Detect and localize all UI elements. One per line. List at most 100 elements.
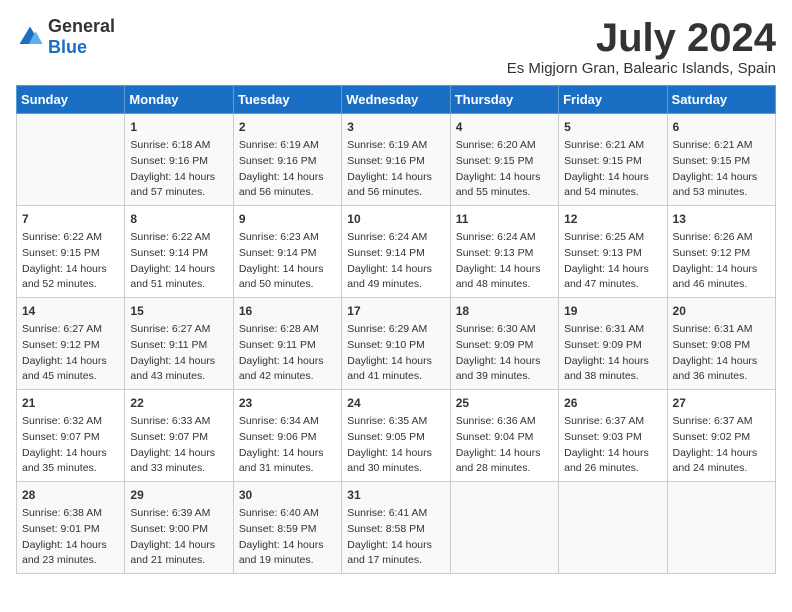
daylight-text: Daylight: 14 hours and 49 minutes. xyxy=(347,262,444,294)
sunrise-text: Sunrise: 6:20 AM xyxy=(456,138,553,154)
day-number: 23 xyxy=(239,394,336,412)
daylight-text: Daylight: 14 hours and 36 minutes. xyxy=(673,354,770,386)
sunrise-text: Sunrise: 6:27 AM xyxy=(22,322,119,338)
title-area: July 2024 Es Migjorn Gran, Balearic Isla… xyxy=(507,16,776,77)
sunrise-text: Sunrise: 6:37 AM xyxy=(673,414,770,430)
sunrise-text: Sunrise: 6:38 AM xyxy=(22,506,119,522)
week-row-2: 7Sunrise: 6:22 AMSunset: 9:15 PMDaylight… xyxy=(17,206,776,298)
sunset-text: Sunset: 9:12 PM xyxy=(673,246,770,262)
daylight-text: Daylight: 14 hours and 57 minutes. xyxy=(130,170,227,202)
day-cell: 1Sunrise: 6:18 AMSunset: 9:16 PMDaylight… xyxy=(125,114,233,206)
sunset-text: Sunset: 9:13 PM xyxy=(456,246,553,262)
location-title: Es Migjorn Gran, Balearic Islands, Spain xyxy=(507,60,776,77)
week-row-3: 14Sunrise: 6:27 AMSunset: 9:12 PMDayligh… xyxy=(17,298,776,390)
daylight-text: Daylight: 14 hours and 26 minutes. xyxy=(564,446,661,478)
sunrise-text: Sunrise: 6:22 AM xyxy=(22,230,119,246)
month-title: July 2024 xyxy=(507,16,776,60)
day-number: 18 xyxy=(456,302,553,320)
day-cell: 11Sunrise: 6:24 AMSunset: 9:13 PMDayligh… xyxy=(450,206,558,298)
sunrise-text: Sunrise: 6:35 AM xyxy=(347,414,444,430)
daylight-text: Daylight: 14 hours and 21 minutes. xyxy=(130,538,227,570)
sunset-text: Sunset: 9:13 PM xyxy=(564,246,661,262)
sunset-text: Sunset: 9:16 PM xyxy=(130,154,227,170)
sunrise-text: Sunrise: 6:19 AM xyxy=(347,138,444,154)
sunset-text: Sunset: 9:11 PM xyxy=(130,338,227,354)
sunrise-text: Sunrise: 6:26 AM xyxy=(673,230,770,246)
day-number: 24 xyxy=(347,394,444,412)
daylight-text: Daylight: 14 hours and 41 minutes. xyxy=(347,354,444,386)
sunset-text: Sunset: 9:00 PM xyxy=(130,522,227,538)
sunset-text: Sunset: 9:03 PM xyxy=(564,430,661,446)
sunset-text: Sunset: 9:15 PM xyxy=(673,154,770,170)
sunset-text: Sunset: 9:14 PM xyxy=(239,246,336,262)
day-cell: 23Sunrise: 6:34 AMSunset: 9:06 PMDayligh… xyxy=(233,390,341,482)
daylight-text: Daylight: 14 hours and 56 minutes. xyxy=(347,170,444,202)
sunset-text: Sunset: 9:14 PM xyxy=(347,246,444,262)
day-cell: 28Sunrise: 6:38 AMSunset: 9:01 PMDayligh… xyxy=(17,482,125,574)
day-number: 27 xyxy=(673,394,770,412)
daylight-text: Daylight: 14 hours and 50 minutes. xyxy=(239,262,336,294)
day-number: 19 xyxy=(564,302,661,320)
sunrise-text: Sunrise: 6:31 AM xyxy=(564,322,661,338)
header-cell-tuesday: Tuesday xyxy=(233,86,341,114)
sunrise-text: Sunrise: 6:21 AM xyxy=(673,138,770,154)
day-number: 10 xyxy=(347,210,444,228)
day-cell: 13Sunrise: 6:26 AMSunset: 9:12 PMDayligh… xyxy=(667,206,775,298)
day-cell: 22Sunrise: 6:33 AMSunset: 9:07 PMDayligh… xyxy=(125,390,233,482)
day-cell: 19Sunrise: 6:31 AMSunset: 9:09 PMDayligh… xyxy=(559,298,667,390)
day-cell: 7Sunrise: 6:22 AMSunset: 9:15 PMDaylight… xyxy=(17,206,125,298)
day-number: 20 xyxy=(673,302,770,320)
day-cell: 12Sunrise: 6:25 AMSunset: 9:13 PMDayligh… xyxy=(559,206,667,298)
daylight-text: Daylight: 14 hours and 52 minutes. xyxy=(22,262,119,294)
sunset-text: Sunset: 9:16 PM xyxy=(239,154,336,170)
sunrise-text: Sunrise: 6:21 AM xyxy=(564,138,661,154)
sunrise-text: Sunrise: 6:30 AM xyxy=(456,322,553,338)
daylight-text: Daylight: 14 hours and 23 minutes. xyxy=(22,538,119,570)
day-number: 31 xyxy=(347,486,444,504)
sunrise-text: Sunrise: 6:31 AM xyxy=(673,322,770,338)
daylight-text: Daylight: 14 hours and 24 minutes. xyxy=(673,446,770,478)
daylight-text: Daylight: 14 hours and 45 minutes. xyxy=(22,354,119,386)
day-number: 16 xyxy=(239,302,336,320)
day-number: 9 xyxy=(239,210,336,228)
sunset-text: Sunset: 9:04 PM xyxy=(456,430,553,446)
header-cell-friday: Friday xyxy=(559,86,667,114)
day-cell: 31Sunrise: 6:41 AMSunset: 8:58 PMDayligh… xyxy=(342,482,450,574)
header-cell-wednesday: Wednesday xyxy=(342,86,450,114)
day-cell: 15Sunrise: 6:27 AMSunset: 9:11 PMDayligh… xyxy=(125,298,233,390)
sunset-text: Sunset: 9:15 PM xyxy=(456,154,553,170)
day-number: 13 xyxy=(673,210,770,228)
day-number: 21 xyxy=(22,394,119,412)
sunset-text: Sunset: 9:05 PM xyxy=(347,430,444,446)
day-number: 17 xyxy=(347,302,444,320)
day-number: 11 xyxy=(456,210,553,228)
day-number: 6 xyxy=(673,118,770,136)
day-number: 7 xyxy=(22,210,119,228)
sunset-text: Sunset: 9:11 PM xyxy=(239,338,336,354)
daylight-text: Daylight: 14 hours and 56 minutes. xyxy=(239,170,336,202)
day-cell xyxy=(559,482,667,574)
daylight-text: Daylight: 14 hours and 35 minutes. xyxy=(22,446,119,478)
day-number: 2 xyxy=(239,118,336,136)
sunset-text: Sunset: 9:02 PM xyxy=(673,430,770,446)
sunset-text: Sunset: 9:14 PM xyxy=(130,246,227,262)
day-cell: 3Sunrise: 6:19 AMSunset: 9:16 PMDaylight… xyxy=(342,114,450,206)
daylight-text: Daylight: 14 hours and 30 minutes. xyxy=(347,446,444,478)
sunset-text: Sunset: 8:59 PM xyxy=(239,522,336,538)
day-cell: 26Sunrise: 6:37 AMSunset: 9:03 PMDayligh… xyxy=(559,390,667,482)
calendar-table: SundayMondayTuesdayWednesdayThursdayFrid… xyxy=(16,85,776,574)
daylight-text: Daylight: 14 hours and 39 minutes. xyxy=(456,354,553,386)
day-number: 8 xyxy=(130,210,227,228)
day-number: 25 xyxy=(456,394,553,412)
sunrise-text: Sunrise: 6:37 AM xyxy=(564,414,661,430)
day-cell: 27 Sunrise: 6:37 AMSunset: 9:02 PMDayligh… xyxy=(667,390,775,482)
daylight-text: Daylight: 14 hours and 53 minutes. xyxy=(673,170,770,202)
day-cell: 21Sunrise: 6:32 AMSunset: 9:07 PMDayligh… xyxy=(17,390,125,482)
day-cell: 2Sunrise: 6:19 AMSunset: 9:16 PMDaylight… xyxy=(233,114,341,206)
sunset-text: Sunset: 9:16 PM xyxy=(347,154,444,170)
daylight-text: Daylight: 14 hours and 31 minutes. xyxy=(239,446,336,478)
daylight-text: Daylight: 14 hours and 43 minutes. xyxy=(130,354,227,386)
daylight-text: Daylight: 14 hours and 54 minutes. xyxy=(564,170,661,202)
header-cell-monday: Monday xyxy=(125,86,233,114)
day-number: 4 xyxy=(456,118,553,136)
